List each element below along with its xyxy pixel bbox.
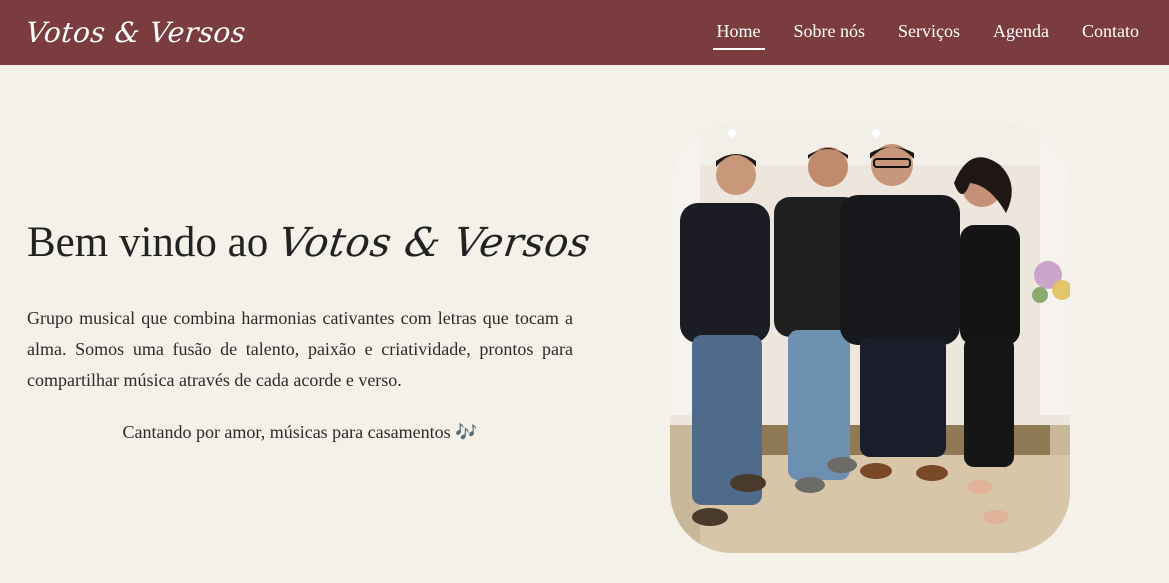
nav-item-servicos[interactable]: Serviços <box>898 15 960 50</box>
hero-title-prefix: Bem vindo ao <box>27 219 269 266</box>
main-nav: Home Sobre nós Serviços Agenda Contato <box>712 15 1139 50</box>
hero-description: Grupo musical que combina harmonias cati… <box>27 308 573 390</box>
nav-item-home[interactable]: Home <box>712 15 765 50</box>
nav-item-agenda[interactable]: Agenda <box>993 15 1049 50</box>
site-header: Votos & Versos Home Sobre nós Serviços A… <box>0 0 1169 65</box>
site-logo[interactable]: Votos & Versos <box>24 16 247 49</box>
band-photo <box>670 125 1070 553</box>
hero-title: Bem vindo ao Votos & Versos <box>27 218 593 267</box>
nav-item-contato[interactable]: Contato <box>1082 15 1139 50</box>
hero-title-brand: Votos & Versos <box>275 220 594 266</box>
hero-section: Bem vindo ao Votos & Versos Grupo musica… <box>27 218 593 443</box>
nav-item-sobre-nos[interactable]: Sobre nós <box>794 15 866 50</box>
hero-tagline: Cantando por amor, músicas para casament… <box>122 422 478 442</box>
